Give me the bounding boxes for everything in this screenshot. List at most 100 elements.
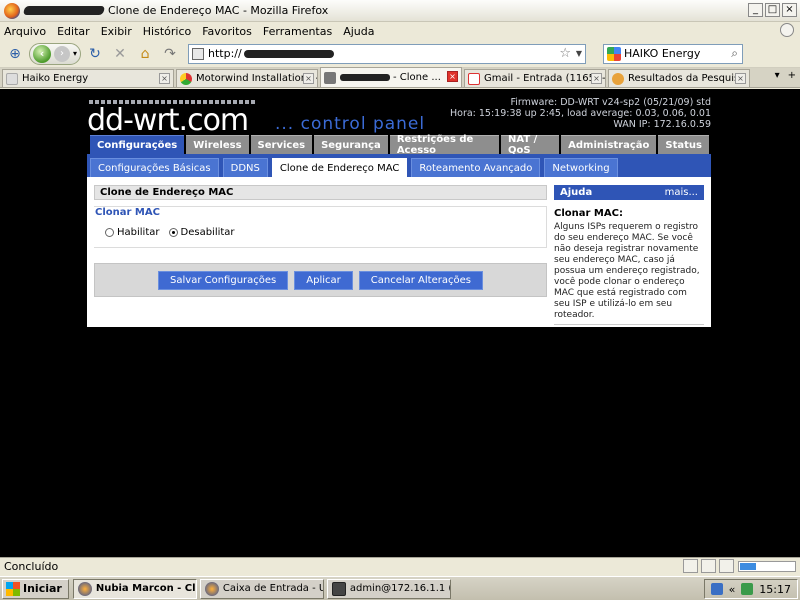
tab-nat-qos[interactable]: NAT / QoS (500, 134, 560, 156)
apply-button[interactable]: Aplicar (294, 270, 353, 290)
share-icon[interactable]: ↷ (159, 43, 181, 65)
gmail-icon (468, 72, 480, 85)
subtab-clone-mac[interactable]: Clone de Endereço MAC (271, 158, 408, 177)
close-button[interactable]: × (782, 3, 797, 17)
tab-restricoes[interactable]: Restrições de Acesso (389, 134, 499, 156)
search-engine-name: HAIKO Energy (624, 47, 701, 60)
window-title: Clone de Endereço MAC - Mozilla Firefox (108, 4, 329, 17)
progress-indicator (738, 561, 796, 572)
url-bar[interactable]: http:// ☆ ▼ (188, 43, 587, 64)
firmware-info: Firmware: DD-WRT v24-sp2 (05/21/09) std … (450, 97, 711, 130)
menu-arquivo[interactable]: Arquivo (4, 25, 46, 38)
redacted-tab-title (340, 74, 390, 81)
forward-button[interactable]: › (54, 45, 70, 62)
tab-close-icon[interactable]: × (447, 71, 458, 82)
radio-enable[interactable] (105, 228, 114, 237)
menu-exibir[interactable]: Exibir (101, 25, 132, 38)
tab-close-icon[interactable]: × (735, 73, 746, 84)
subtab-config-basicas[interactable]: Configurações Básicas (90, 158, 219, 177)
menu-historico[interactable]: Histórico (143, 25, 191, 38)
subtab-networking[interactable]: Networking (544, 158, 618, 177)
page-content: dd-wrt.com ... control panel Firmware: D… (0, 89, 800, 557)
tab-close-icon[interactable]: × (159, 73, 170, 84)
task-label: Nubia Marcon - Clone ... (95, 583, 196, 594)
radio-disable-label[interactable]: Desabilitar (181, 227, 235, 238)
menu-favoritos[interactable]: Favoritos (202, 25, 252, 38)
menu-ajuda[interactable]: Ajuda (343, 25, 374, 38)
tab-clone-mac[interactable]: - Clone ... × (320, 67, 462, 87)
clone-mac-options: Habilitar Desabilitar (105, 227, 244, 238)
clock: 15:17 (759, 582, 791, 596)
tab-status[interactable]: Status (658, 135, 709, 154)
router-icon (324, 71, 336, 84)
clone-mac-legend: Clonar MAC (93, 207, 162, 218)
tab-label: Resultados da Pesquisa - ... (628, 73, 749, 84)
tray-expand-icon[interactable]: « (729, 583, 736, 596)
search-input[interactable]: HAIKO Energy ⌕ (603, 43, 744, 64)
maximize-button[interactable]: □ (765, 3, 780, 17)
throbber-icon (780, 23, 794, 37)
save-button[interactable]: Salvar Configurações (158, 270, 289, 290)
addon-icon[interactable] (719, 559, 734, 573)
start-button[interactable]: Iniciar (2, 578, 69, 599)
radio-enable-label[interactable]: Habilitar (117, 227, 160, 238)
tab-gmail[interactable]: Gmail - Entrada (1165) - ri... × (464, 69, 606, 87)
tab-close-icon[interactable]: × (591, 73, 602, 84)
main-tabs: Configurações Wireless Services Seguranç… (87, 134, 711, 156)
tab-close-icon[interactable]: × (303, 73, 314, 84)
firefox-status-icon[interactable] (701, 559, 716, 573)
search-engine-icon[interactable] (607, 46, 622, 61)
window-titlebar[interactable]: Clone de Endereço MAC - Mozilla Firefox … (0, 0, 800, 22)
language-icon[interactable] (710, 583, 723, 595)
status-text: Concluído (4, 560, 59, 573)
help-text: Alguns ISPs requerem o registro do seu e… (554, 222, 700, 320)
menu-bar: Arquivo Editar Exibir Histórico Favorito… (0, 22, 800, 40)
tab-search-results[interactable]: Resultados da Pesquisa - ... × (608, 69, 750, 87)
help-more-link[interactable]: mais... (665, 187, 698, 198)
tab-list-icon[interactable]: ▾ (775, 70, 780, 81)
info-icon[interactable] (683, 559, 698, 573)
cancel-button[interactable]: Cancelar Alterações (358, 270, 483, 290)
task-terminal[interactable]: admin@172.16.1.1 (Mikr... (326, 578, 451, 599)
subtab-ddns[interactable]: DDNS (222, 158, 268, 177)
tab-label: Haiko Energy (22, 73, 89, 84)
ddwrt-panel: dd-wrt.com ... control panel Firmware: D… (87, 89, 711, 327)
tab-motorwind[interactable]: Motorwind Installations - j... × (176, 69, 318, 87)
search-icon[interactable]: ⌕ (731, 46, 738, 61)
page-icon (6, 72, 18, 85)
help-title-label: Ajuda (560, 187, 593, 198)
redacted-url (243, 49, 334, 58)
help-divider (554, 324, 704, 325)
url-dropdown-icon[interactable]: ▼ (576, 49, 582, 58)
bookmark-add-icon[interactable]: ⊕ (4, 43, 26, 65)
system-tray: « 15:17 (703, 579, 798, 599)
menu-ferramentas[interactable]: Ferramentas (263, 25, 332, 38)
task-firefox[interactable]: Nubia Marcon - Clone ... (72, 578, 197, 599)
bookmark-star-icon[interactable]: ☆ (559, 46, 571, 61)
minimize-button[interactable]: _ (748, 3, 763, 17)
tab-seguranca[interactable]: Segurança (314, 135, 388, 154)
task-inbox[interactable]: Caixa de Entrada - Unde... (199, 578, 324, 599)
tab-haiko[interactable]: Haiko Energy × (2, 69, 174, 87)
task-label: admin@172.16.1.1 (Mikr... (349, 583, 450, 594)
subtab-roteamento[interactable]: Roteamento Avançado (411, 158, 541, 177)
stop-button[interactable]: ✕ (109, 43, 131, 65)
tab-wireless[interactable]: Wireless (186, 135, 249, 154)
back-button[interactable]: ‹ (33, 44, 51, 63)
home-button[interactable]: ⌂ (134, 43, 156, 65)
tab-label: Gmail - Entrada (1165) - ri... (484, 73, 606, 84)
new-tab-icon[interactable]: + (788, 70, 796, 81)
reload-button[interactable]: ↻ (84, 43, 106, 65)
firmware-version: Firmware: DD-WRT v24-sp2 (05/21/09) std (510, 97, 711, 108)
tab-administracao[interactable]: Administração (561, 135, 657, 154)
chrome-icon (180, 72, 192, 85)
task-label: Caixa de Entrada - Unde... (222, 583, 323, 594)
search-results-icon (612, 72, 624, 85)
tab-configuracoes[interactable]: Configurações (90, 135, 185, 154)
tab-services[interactable]: Services (250, 135, 313, 154)
radio-disable[interactable] (168, 228, 178, 237)
tab-label: - Clone ... (393, 72, 441, 83)
history-dropdown-icon[interactable]: ▾ (73, 49, 77, 58)
network-icon[interactable] (741, 583, 754, 595)
menu-editar[interactable]: Editar (57, 25, 90, 38)
